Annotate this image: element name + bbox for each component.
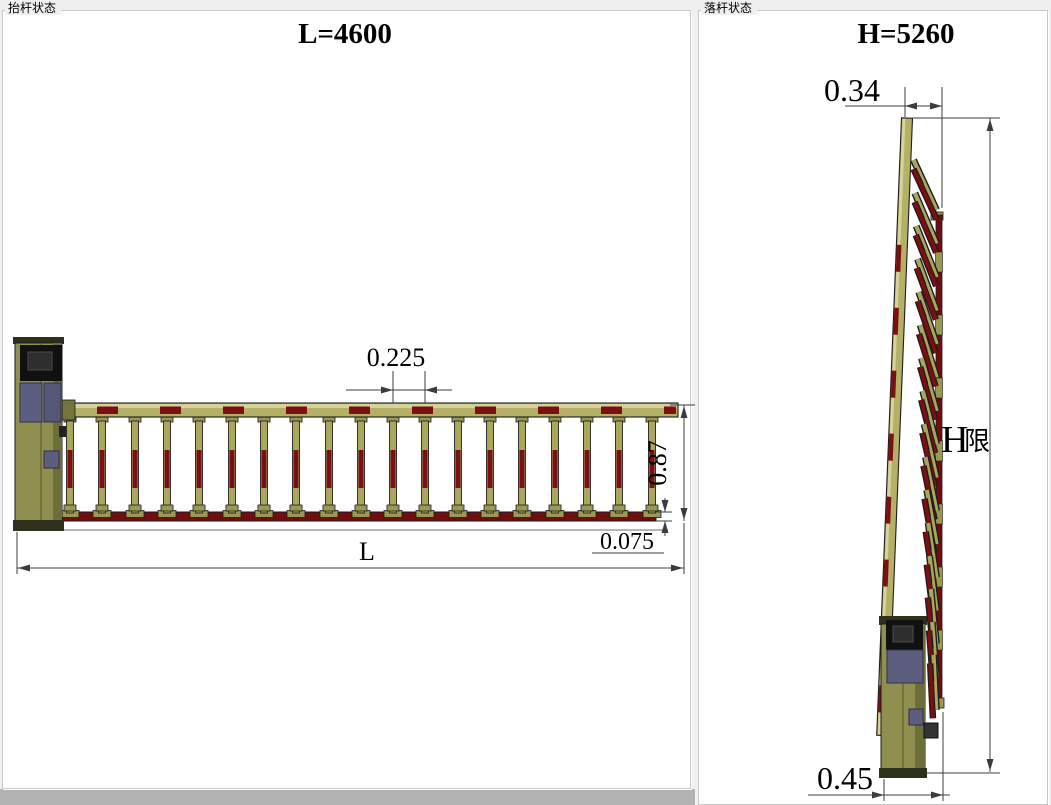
right-heading: H=5260 [857,18,954,50]
cabinet-display-screen [893,626,913,642]
cabinet-knob [59,426,66,437]
left-heading: L=4600 [298,18,392,50]
cabinet-button-panel [909,709,923,725]
dim-fence-height-text: 0.87 [643,440,672,486]
dim-length-text: L [359,537,375,566]
cabinet-base [879,768,927,778]
cabinet-base [13,520,64,531]
barrier-gate-status-view: 抬杆状态 落杆状态 L=4600 [0,0,1051,805]
dim-spacing-text: 0.225 [367,343,426,372]
pole-pivot [924,723,938,738]
dim-fold-width-text: 0.34 [824,72,880,108]
cabinet-vent-panel [20,383,42,422]
group-label-lowered: 落杆状态 [704,1,752,15]
bottom-strip [0,789,695,805]
cabinet-display-screen [28,352,52,370]
cabinet-vent-panel [887,650,923,683]
dim-height-suffix-text: 限 [964,426,990,456]
dim-base-width-text: 0.45 [817,760,873,796]
dim-rail-thickness-text: 0.075 [600,529,654,555]
cabinet-vent-panel [44,383,61,422]
fence-top-rail [62,400,678,420]
groupbox-lowered-state: 落杆状态 [699,1,1049,805]
groupbox-raised-state: 抬杆状态 [3,1,692,790]
barrier-cabinet-left [13,337,66,531]
technical-drawing-canvas: 抬杆状态 落杆状态 L=4600 [0,0,1051,805]
cabinet-button-panel [44,451,59,468]
group-label-raised: 抬杆状态 [8,1,56,15]
